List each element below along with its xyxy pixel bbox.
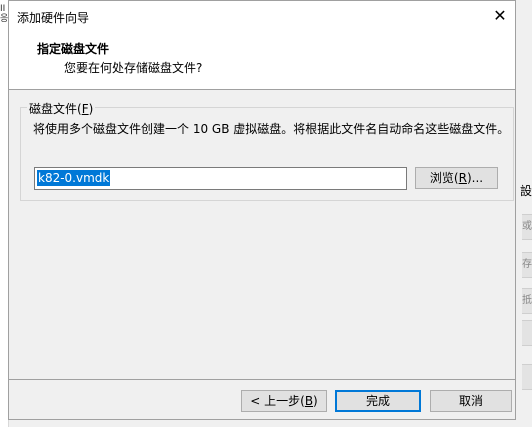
finish-button[interactable]: 完成 — [335, 390, 421, 412]
footer-divider — [9, 379, 515, 380]
disk-file-label-accesskey: F — [81, 102, 89, 116]
background-right-label: 設 — [520, 184, 532, 198]
page-subtitle: 您要在何处存储磁盘文件? — [64, 61, 203, 75]
disk-file-description: 将使用多个磁盘文件创建一个 10 GB 虚拟磁盘。将根据此文件名自动命名这些磁盘… — [33, 122, 510, 136]
background-left-text: II 응 — [0, 4, 8, 24]
background-right-button-1: 或 — [522, 214, 532, 240]
page-title: 指定磁盘文件 — [37, 42, 110, 56]
disk-file-group-label: 磁盘文件(F) — [27, 100, 96, 117]
back-label-suffix: ) — [313, 394, 318, 408]
wizard-header: 指定磁盘文件 您要在何处存储磁盘文件? — [9, 31, 515, 90]
browse-label-accesskey: R — [458, 171, 467, 185]
screen: II 응 設 或 存 抵 添加硬件向导 ✕ 指定磁盘文件 您要在何处存储磁盘文件… — [0, 0, 532, 427]
back-label-prefix: < 上一步( — [250, 394, 305, 408]
background-window-right: 設 或 存 抵 — [516, 0, 532, 427]
window-title: 添加硬件向导 — [17, 11, 90, 25]
cancel-button[interactable]: 取消 — [430, 390, 512, 412]
background-right-button-2: 存 — [522, 252, 532, 278]
background-right-button-3: 抵 — [522, 288, 532, 314]
browse-label-prefix: 浏览( — [429, 171, 459, 185]
back-label-accesskey: B — [304, 394, 314, 408]
disk-file-input[interactable] — [34, 167, 407, 190]
disk-file-label-suffix: ) — [88, 102, 94, 116]
background-right-button-4 — [522, 320, 532, 346]
close-icon: ✕ — [493, 6, 507, 25]
add-hardware-wizard-dialog: 添加硬件向导 ✕ 指定磁盘文件 您要在何处存储磁盘文件? 磁盘文件(F) 将使用… — [8, 0, 516, 420]
disk-file-label-prefix: 磁盘文件( — [29, 102, 82, 116]
title-bar[interactable]: 添加硬件向导 ✕ — [9, 1, 515, 31]
background-right-button-5 — [522, 364, 532, 390]
browse-button[interactable]: 浏览(R)... — [415, 167, 498, 189]
browse-label-suffix: )... — [466, 171, 484, 185]
back-button[interactable]: < 上一步(B) — [241, 390, 327, 412]
close-button[interactable]: ✕ — [485, 1, 515, 31]
